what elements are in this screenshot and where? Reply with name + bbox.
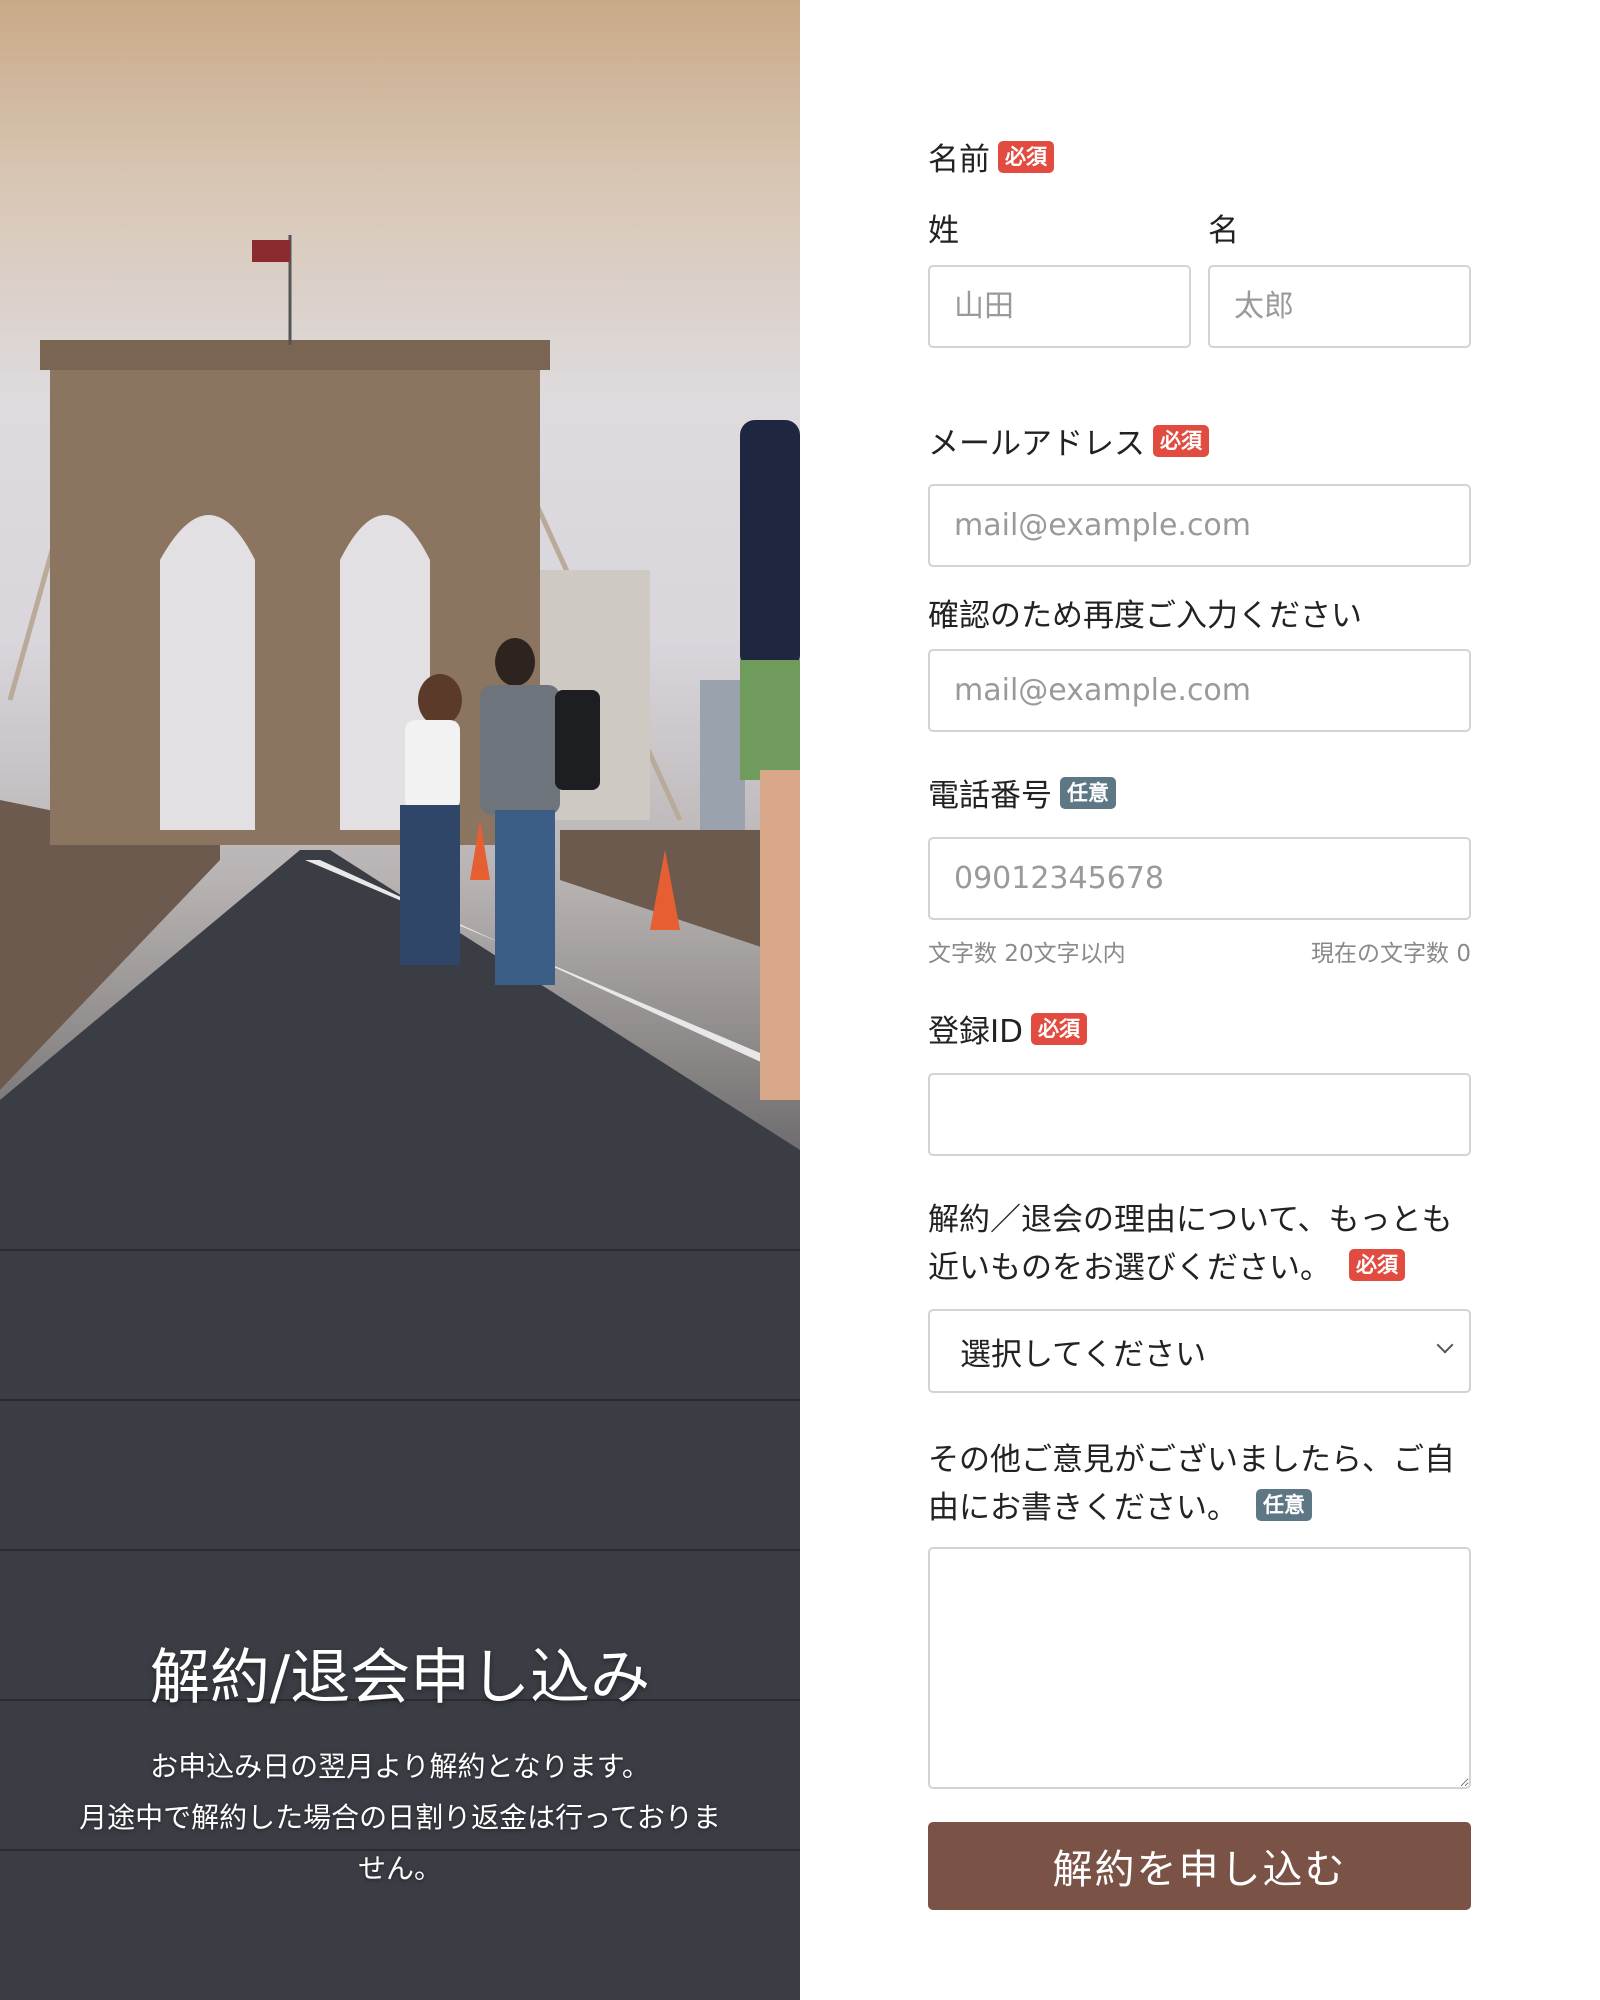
hero-text-block: 解約/退会申し込み お申込み日の翌月より解約となります。 月途中で解約した場合の… — [0, 1645, 800, 1894]
submit-button[interactable]: 解約を申し込む — [928, 1822, 1471, 1910]
required-badge: 必須 — [1031, 1012, 1088, 1045]
reason-label-line2: 近いものをお選びください。 必須 — [928, 1242, 1405, 1287]
email-confirm-label: 確認のため再度ご入力ください — [928, 598, 1362, 634]
required-badge: 必須 — [1349, 1248, 1405, 1281]
hero-description-line: お申込み日の翌月より解約となります。 — [150, 1750, 650, 1783]
last-name-input[interactable] — [928, 265, 1191, 348]
phone-label-text: 電話番号 — [928, 778, 1052, 814]
required-badge: 必須 — [998, 140, 1054, 173]
email-input[interactable] — [928, 484, 1471, 567]
email-label-text: メールアドレス — [928, 426, 1145, 462]
hero-description-line: せん。 — [357, 1852, 442, 1885]
comment-label-line2: 由にお書きください。 任意 — [928, 1482, 1312, 1527]
name-label: 名前 必須 — [928, 134, 1054, 179]
first-name-label: 名 — [1208, 213, 1239, 249]
reason-label-text: 近いものをお選びください。 — [928, 1250, 1331, 1286]
phone-count-text: 現在の文字数 0 — [1311, 941, 1471, 967]
email-confirm-input[interactable] — [928, 649, 1471, 732]
name-label-text: 名前 — [928, 142, 990, 178]
phone-label: 電話番号 任意 — [928, 770, 1116, 815]
member-id-label: 登録ID 必須 — [928, 1006, 1088, 1051]
comment-label-line1: その他ご意見がございましたら、ご自 — [928, 1442, 1455, 1478]
reason-label-line1: 解約／退会の理由について、もっとも — [928, 1202, 1453, 1238]
member-id-label-text: 登録ID — [928, 1014, 1024, 1050]
hero-description: お申込み日の翌月より解約となります。 月途中で解約した場合の日割り返金は行ってお… — [0, 1741, 800, 1894]
hero-description-line: 月途中で解約した場合の日割り返金は行っておりま — [79, 1801, 721, 1834]
optional-badge: 任意 — [1256, 1488, 1312, 1521]
chevron-down-icon — [1436, 1336, 1454, 1354]
hero-image-panel: 解約/退会申し込み お申込み日の翌月より解約となります。 月途中で解約した場合の… — [0, 0, 800, 2000]
email-label: メールアドレス 必須 — [928, 418, 1209, 463]
comment-textarea[interactable] — [928, 1547, 1471, 1789]
page-title: 解約/退会申し込み — [149, 1643, 651, 1713]
comment-label-text: 由にお書きください。 — [928, 1490, 1238, 1526]
first-name-input[interactable] — [1208, 265, 1471, 348]
optional-badge: 任意 — [1060, 776, 1116, 809]
member-id-input[interactable] — [928, 1073, 1471, 1156]
reason-select[interactable]: 選択してください — [928, 1309, 1471, 1393]
reason-select-value: 選択してください — [960, 1336, 1207, 1373]
required-badge: 必須 — [1153, 424, 1209, 457]
phone-input[interactable] — [928, 837, 1471, 920]
phone-limit-text: 文字数 20文字以内 — [928, 941, 1126, 967]
last-name-label: 姓 — [928, 213, 959, 249]
